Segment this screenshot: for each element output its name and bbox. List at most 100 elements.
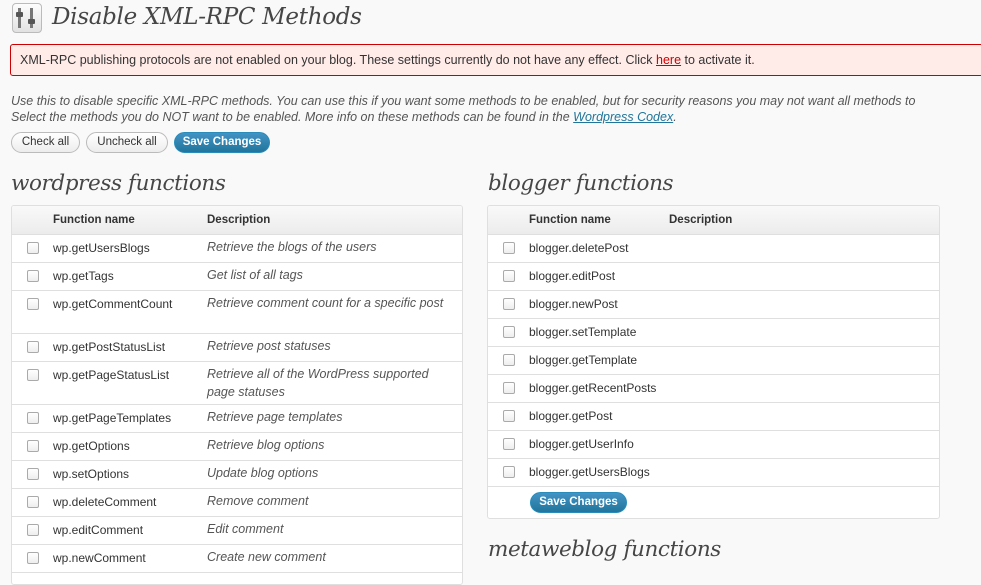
table-row: wp.getPageTemplates Retrieve page templat… [12,405,462,433]
table-row: wp.getOptions Retrieve blog options [12,433,462,461]
method-checkbox[interactable] [27,298,39,310]
activate-link[interactable]: here [656,53,681,67]
notice-text: XML-RPC publishing protocols are not ena… [20,53,657,67]
table-row: blogger.getPost [488,403,939,431]
function-description: Remove comment [207,494,309,508]
page-title: Disable XML-RPC Methods [52,4,362,30]
table-row: blogger.getTemplate [488,347,939,375]
method-checkbox[interactable] [503,326,515,338]
table-header: Function name Description [12,206,462,235]
function-description: Retrieve post statuses [207,339,331,353]
col-function-name: Function name [53,214,135,226]
metaweblog-functions-title: metaweblog functions [488,537,721,562]
table-row: blogger.newPost [488,291,939,319]
method-checkbox[interactable] [503,438,515,450]
table-header: Function name Description [488,206,939,235]
table-row: wp.getPageStatusList Retrieve all of the … [12,362,462,405]
function-name: blogger.getUserInfo [529,437,634,451]
function-description: Edit comment [207,522,284,536]
function-name: wp.getPageTemplates [53,411,172,425]
col-description: Description [669,214,733,226]
function-name: blogger.getUsersBlogs [529,465,650,479]
method-checkbox[interactable] [503,410,515,422]
method-checkbox[interactable] [27,341,39,353]
uncheck-all-button[interactable]: Uncheck all [86,132,168,153]
intro-text: Use this to disable specific XML-RPC met… [11,93,981,125]
blogger-functions-title: blogger functions [488,171,674,196]
function-name: blogger.getRecentPosts [529,381,657,395]
table-row: wp.newComment Create new comment [12,545,462,573]
blogger-save-changes-button[interactable]: Save Changes [530,492,627,513]
col-description: Description [207,214,271,226]
method-checkbox[interactable] [27,412,39,424]
function-name: blogger.getPost [529,409,613,423]
method-checkbox[interactable] [27,524,39,536]
table-row: blogger.getRecentPosts [488,375,939,403]
table-row: wp.getPostStatusList Retrieve post status… [12,334,462,362]
function-name: wp.newComment [53,551,146,565]
function-name: wp.getPostStatusList [53,340,166,354]
method-checkbox[interactable] [27,496,39,508]
method-checkbox[interactable] [503,242,515,254]
wordpress-rows: wp.getUsersBlogs Retrieve the blogs of th… [12,235,462,573]
function-name: wp.deleteComment [53,495,157,509]
table-row: blogger.getUsersBlogs [488,459,939,487]
method-checkbox[interactable] [503,382,515,394]
xmlrpc-disabled-notice: XML-RPC publishing protocols are not ena… [10,44,981,76]
wordpress-functions-table: Function name Description wp.getUsersBlo… [11,205,463,585]
intro-line-1: Use this to disable specific XML-RPC met… [11,94,916,108]
function-name: blogger.setTemplate [529,325,637,339]
function-description: Retrieve comment count for a specific po… [207,296,444,310]
function-description: Retrieve the blogs of the users [207,240,377,254]
method-checkbox[interactable] [27,369,39,381]
function-description: Update blog options [207,466,319,480]
blogger-functions-table: Function name Description blogger.delete… [487,205,940,519]
function-description: Retrieve all of the WordPress supported … [207,367,429,399]
function-description: Retrieve page templates [207,410,343,424]
function-name: wp.setOptions [53,467,130,481]
method-checkbox[interactable] [503,354,515,366]
table-row: wp.deleteComment Remove comment [12,489,462,517]
method-checkbox[interactable] [503,270,515,282]
function-name: wp.getTags [53,269,114,283]
function-name: blogger.editPost [529,269,616,283]
blogger-rows: blogger.deletePost blogger.editPost blogge… [488,235,939,487]
check-all-button[interactable]: Check all [11,132,80,153]
table-row: wp.editComment Edit comment [12,517,462,545]
table-row: wp.getCommentCount Retrieve comment count… [12,291,462,334]
table-row: wp.setOptions Update blog options [12,461,462,489]
wordpress-functions-title: wordpress functions [11,171,226,196]
intro-line-2-text: Select the methods you do NOT want to be… [11,110,574,124]
function-name: wp.getUsersBlogs [53,241,150,255]
method-checkbox[interactable] [503,298,515,310]
function-name: blogger.deletePost [529,241,629,255]
tools-icon [12,3,42,33]
table-row: blogger.getUserInfo [488,431,939,459]
function-description: Retrieve blog options [207,438,325,452]
function-description: Create new comment [207,550,326,564]
method-checkbox[interactable] [27,270,39,282]
intro-line-2-end: . [673,110,677,124]
table-row: wp.getTags Get list of all tags [12,263,462,291]
function-name: blogger.newPost [529,297,618,311]
table-row: blogger.editPost [488,263,939,291]
method-checkbox[interactable] [27,242,39,254]
table-row: blogger.setTemplate [488,319,939,347]
col-function-name: Function name [529,214,611,226]
save-changes-button[interactable]: Save Changes [174,132,270,153]
function-description: Get list of all tags [207,268,303,282]
method-checkbox[interactable] [27,552,39,564]
function-name: wp.getPageStatusList [53,368,170,382]
function-name: blogger.getTemplate [529,353,638,367]
function-name: wp.getCommentCount [53,297,173,311]
method-checkbox[interactable] [503,466,515,478]
intro-line-2: Select the methods you do NOT want to be… [11,109,981,125]
table-row: wp.getUsersBlogs Retrieve the blogs of th… [12,235,462,263]
function-name: wp.getOptions [53,439,130,453]
function-name: wp.editComment [53,523,144,537]
wordpress-codex-link[interactable]: Wordpress Codex [573,110,673,124]
method-checkbox[interactable] [27,468,39,480]
notice-text-end: to activate it. [681,53,755,67]
method-checkbox[interactable] [27,440,39,452]
table-row: blogger.deletePost [488,235,939,263]
